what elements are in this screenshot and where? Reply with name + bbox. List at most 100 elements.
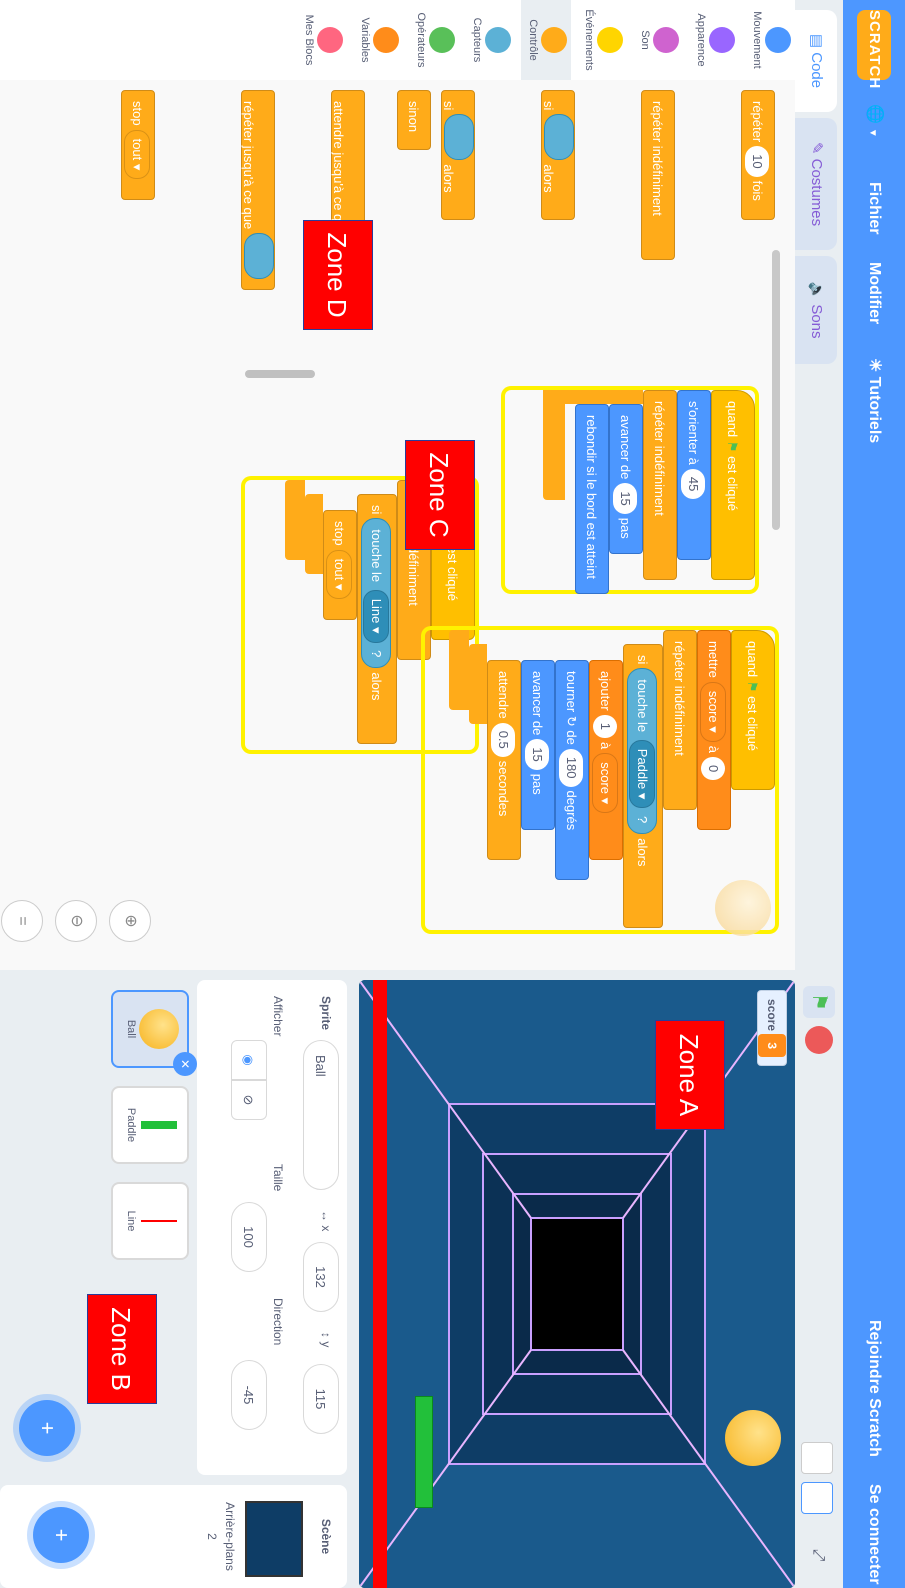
category-operators[interactable]: Opérateurs xyxy=(409,0,459,80)
change-value-input[interactable]: 1 xyxy=(593,714,617,738)
block-text: ? xyxy=(369,650,384,658)
choose-backdrop-button[interactable]: + xyxy=(33,1507,89,1563)
size-input[interactable]: 100 xyxy=(231,1202,267,1272)
zoom-reset-button[interactable]: = xyxy=(1,900,43,942)
category-motion[interactable]: Mouvement xyxy=(745,0,795,80)
palette-scrollbar[interactable] xyxy=(245,370,315,378)
wait-block[interactable]: attendre 0.5 secondes xyxy=(487,660,521,860)
stop-block[interactable]: stop tout ▾ xyxy=(323,510,357,620)
change-variable-block[interactable]: ajouter 1 à score ▾ xyxy=(589,660,623,860)
when-flag-clicked-block[interactable]: quand ⚑ est cliqué xyxy=(711,390,755,580)
if-block[interactable]: si touche le Line ▾ ? alors xyxy=(357,494,397,744)
delete-sprite-button[interactable]: ✕ xyxy=(173,1052,197,1076)
steps-input[interactable]: 15 xyxy=(525,739,549,770)
file-menu[interactable]: Fichier xyxy=(843,182,905,234)
workspace-scrollbar-horizontal[interactable] xyxy=(772,250,780,530)
chevron-down-icon: ▼ xyxy=(867,127,878,138)
zoom-out-button[interactable]: ⊖ xyxy=(55,900,97,942)
repeat-count-input[interactable]: 10 xyxy=(745,146,769,177)
forever-block[interactable]: répéter indéfiniment xyxy=(643,390,677,580)
bounce-block[interactable]: rebondir si le bord est atteint xyxy=(575,404,609,594)
if-bottom xyxy=(305,494,323,574)
choose-sprite-button[interactable]: + xyxy=(19,1400,75,1456)
tab-costumes[interactable]: ✎ Costumes xyxy=(795,118,837,250)
join-scratch-link[interactable]: Rejoindre Scratch xyxy=(843,1320,905,1457)
category-sound[interactable]: Son xyxy=(633,0,683,80)
touching-sensor[interactable]: touche le Line ▾ ? xyxy=(361,518,391,669)
set-value-input[interactable]: 0 xyxy=(701,757,725,781)
game-stage[interactable]: score 3 Zone A xyxy=(359,980,795,1588)
touching-sensor[interactable]: touche le Paddle ▾ ? xyxy=(627,668,657,835)
zoom-in-button[interactable]: ⊕ xyxy=(109,900,151,942)
x-input[interactable]: 132 xyxy=(303,1242,339,1312)
sign-in-link[interactable]: Se connecter xyxy=(843,1484,905,1584)
palette-repeat-until-block[interactable]: répéter jusqu'à ce que xyxy=(241,90,275,290)
category-events[interactable]: Événements xyxy=(577,0,627,80)
eye-icon: ◉ xyxy=(241,1054,256,1066)
sprite-name: Paddle xyxy=(125,1107,137,1143)
scratch-logo[interactable]: SCRATCH xyxy=(857,10,891,89)
direction-input[interactable]: 45 xyxy=(681,468,705,500)
category-sensing[interactable]: Capteurs xyxy=(465,0,515,80)
forever-block[interactable]: répéter indéfiniment xyxy=(663,630,697,810)
fullscreen-button[interactable]: ⤢ xyxy=(803,1540,833,1570)
touching-target-dropdown[interactable]: Paddle ▾ xyxy=(629,739,655,809)
category-variables[interactable]: Variables xyxy=(353,0,403,80)
move-steps-block[interactable]: avancer de 15 pas xyxy=(609,404,643,554)
turn-block[interactable]: tourner ↻ de 180 degrés xyxy=(555,660,589,880)
set-variable-block[interactable]: mettre score ▾ à 0 xyxy=(697,630,731,830)
ball-sprite[interactable] xyxy=(725,1410,781,1466)
stop-button[interactable] xyxy=(805,1026,833,1054)
when-flag-clicked-block[interactable]: quand ⚑ est cliqué xyxy=(731,630,775,790)
point-in-direction-block[interactable]: s'orienter à 45 xyxy=(677,390,711,560)
palette-stop-block[interactable]: stop tout ▾ xyxy=(121,90,155,200)
block-text: pas xyxy=(618,517,633,539)
stop-option-dropdown[interactable]: tout ▾ xyxy=(326,549,352,600)
backdrop-thumbnail[interactable] xyxy=(245,1501,303,1577)
empty-condition-slot[interactable] xyxy=(444,114,474,161)
steps-input[interactable]: 15 xyxy=(613,483,637,514)
palette-repeat-block[interactable]: répéter 10 fois xyxy=(741,90,775,220)
block-text: secondes xyxy=(496,760,511,817)
tab-code[interactable]: ▤ Code xyxy=(795,10,837,112)
language-menu[interactable]: 🌐▼ xyxy=(843,104,905,138)
edit-menu[interactable]: Modifier xyxy=(843,262,905,324)
large-stage-button[interactable] xyxy=(801,1482,833,1514)
touching-target-dropdown[interactable]: Line ▾ xyxy=(363,589,389,643)
tutorials-menu[interactable]: ☀ Tutoriels xyxy=(843,358,905,443)
zone-b-label: Zone B xyxy=(87,1294,157,1404)
palette-ifelse-block[interactable]: si alors xyxy=(441,90,475,220)
palette-if-block[interactable]: si alors xyxy=(541,90,575,220)
tab-sounds[interactable]: 🔈 Sons xyxy=(795,256,837,364)
show-sprite-button[interactable]: ◉ xyxy=(231,1040,267,1080)
paddle-sprite[interactable] xyxy=(415,1396,433,1508)
category-label: Mouvement xyxy=(751,11,763,69)
variable-dropdown[interactable]: score ▾ xyxy=(592,753,618,814)
globe-icon: 🌐 xyxy=(866,104,883,124)
seconds-input[interactable]: 0.5 xyxy=(491,722,515,757)
variable-dropdown[interactable]: score ▾ xyxy=(700,681,726,742)
sprite-name-input[interactable]: Ball xyxy=(303,1040,339,1190)
degrees-input[interactable]: 180 xyxy=(559,748,583,787)
hide-sprite-button[interactable]: ⊘ xyxy=(231,1080,267,1120)
line-sprite[interactable] xyxy=(373,980,387,1588)
category-my-blocks[interactable]: Mes Blocs xyxy=(297,0,347,80)
y-input[interactable]: 115 xyxy=(303,1364,339,1434)
small-stage-button[interactable] xyxy=(801,1442,833,1474)
stop-option-dropdown[interactable]: tout ▾ xyxy=(124,129,150,180)
sprite-tile-paddle[interactable]: Paddle xyxy=(111,1086,189,1164)
empty-condition-slot[interactable] xyxy=(244,233,274,280)
block-text: alors xyxy=(541,164,556,193)
if-block[interactable]: si touche le Paddle ▾ ? alors xyxy=(623,644,663,928)
palette-forever-block[interactable]: répéter indéfiniment xyxy=(641,90,675,260)
block-text: quand xyxy=(725,401,740,438)
x-label: ↔ x xyxy=(319,1210,333,1232)
direction-input[interactable]: -45 xyxy=(231,1360,267,1430)
sprite-tile-ball[interactable]: Ball ✕ xyxy=(111,990,197,1076)
category-control[interactable]: Contrôle xyxy=(521,0,571,80)
empty-condition-slot[interactable] xyxy=(544,114,574,161)
green-flag-button[interactable]: ⚑ xyxy=(803,986,835,1018)
move-steps-block[interactable]: avancer de 15 pas xyxy=(521,660,555,830)
sprite-tile-line[interactable]: Line xyxy=(111,1182,189,1260)
category-looks[interactable]: Apparence xyxy=(689,0,739,80)
